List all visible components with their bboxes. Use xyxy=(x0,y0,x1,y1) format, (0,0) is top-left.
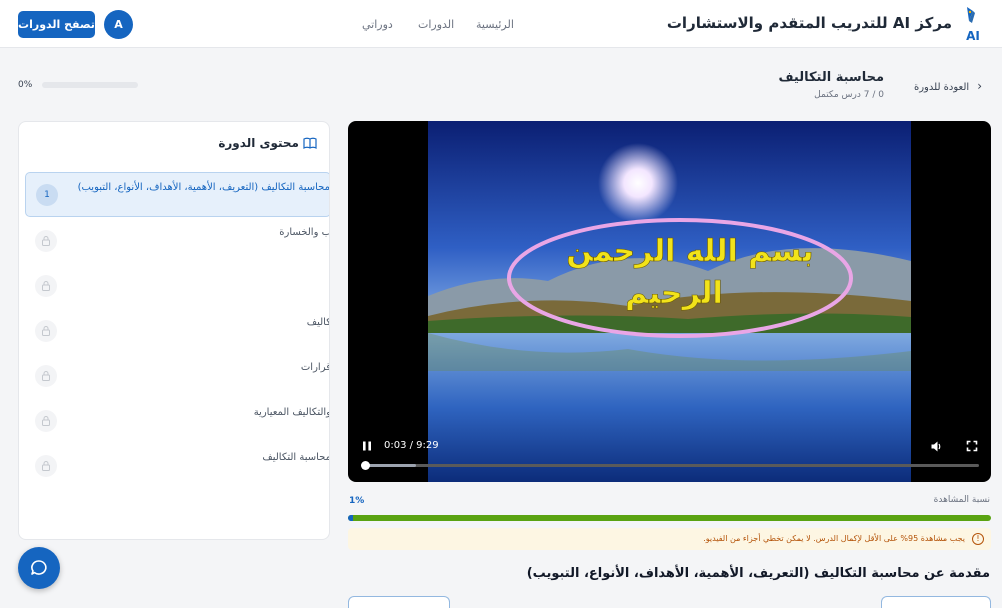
chat-icon xyxy=(31,560,47,575)
pause-icon[interactable] xyxy=(361,440,373,452)
lesson-item-4[interactable]: كاليف xyxy=(25,308,330,353)
watch-progress-bar xyxy=(348,515,991,521)
nav-courses[interactable]: الدورات xyxy=(418,18,454,31)
info-icon: ! xyxy=(972,533,984,545)
sidebar-title: محتوى الدورة xyxy=(218,136,299,150)
nav-home[interactable]: الرئيسية xyxy=(476,18,514,31)
lesson-item-2[interactable]: ب والخسارة xyxy=(25,218,330,263)
watch-requirement-notice: ! يجب مشاهدة 95% على الأقل لإكمال الدرس.… xyxy=(348,528,991,550)
lesson-label: ب والخسارة xyxy=(279,227,330,238)
lesson-label: محاسبة التكاليف (التعريف، الأهمية، الأهد… xyxy=(77,182,330,193)
lesson-item-1[interactable]: 1 محاسبة التكاليف (التعريف، الأهمية، الأ… xyxy=(25,172,330,217)
logo-pen-icon[interactable]: AI xyxy=(962,5,984,43)
lesson-label: كاليف xyxy=(306,317,330,328)
lesson-label: والتكاليف المعيارية xyxy=(253,407,330,418)
book-open-icon xyxy=(303,137,317,149)
lesson-item-7[interactable]: محاسبة التكاليف xyxy=(25,443,330,488)
lesson-heading: مقدمة عن محاسبة التكاليف (التعريف، الأهم… xyxy=(526,566,990,581)
video-player[interactable]: بسم الله الرحمن الرحيم 0:03 / 9:29 xyxy=(348,121,991,482)
volume-icon[interactable] xyxy=(930,440,943,453)
course-progress-percent: 0% xyxy=(18,80,33,90)
video-time: 0:03 / 9:29 xyxy=(384,440,439,451)
watch-percentage-label: نسبة المشاهدة xyxy=(933,495,990,505)
previous-lesson-button[interactable] xyxy=(348,596,450,608)
video-buffer-fill xyxy=(362,464,417,467)
lock-icon xyxy=(35,410,57,432)
nav-my-courses[interactable]: دوراتي xyxy=(362,18,393,31)
browse-courses-button[interactable]: تصفح الدورات xyxy=(18,11,95,38)
watch-progress-marker xyxy=(348,515,353,521)
lesson-number-badge: 1 xyxy=(36,184,58,206)
lock-icon xyxy=(35,230,57,252)
lesson-item-5[interactable]: قرارات xyxy=(25,353,330,398)
lock-icon xyxy=(35,320,57,342)
fullscreen-icon[interactable] xyxy=(966,440,978,452)
lesson-item-3[interactable] xyxy=(25,263,329,308)
watch-percentage-value: 1% xyxy=(349,496,365,506)
lesson-label: قرارات xyxy=(300,362,330,373)
chevron-left-icon: ‹ xyxy=(977,79,982,93)
lessons-completed-text: 0 / 7 درس مكتمل xyxy=(814,90,884,100)
chat-button[interactable] xyxy=(18,547,60,589)
video-overlay-line1: بسم الله الرحمن xyxy=(566,234,813,269)
back-to-course-link[interactable]: ‹ العودة للدورة xyxy=(914,79,982,93)
watch-progress-fill xyxy=(348,515,991,521)
notice-text: يجب مشاهدة 95% على الأقل لإكمال الدرس. ل… xyxy=(703,534,965,543)
video-frame: بسم الله الرحمن الرحيم xyxy=(428,121,911,482)
back-link-label: العودة للدورة xyxy=(913,82,970,93)
video-overlay-line2: الرحيم xyxy=(625,276,723,311)
course-progress-bar xyxy=(42,82,138,88)
sidebar-header: محتوى الدورة xyxy=(218,136,317,150)
video-seek-bar[interactable] xyxy=(362,464,979,467)
course-title: محاسبة التكاليف xyxy=(778,70,884,85)
logo-text: AI xyxy=(966,29,980,43)
lock-icon xyxy=(35,365,57,387)
brand-name[interactable]: مركز AI للتدريب المتقدم والاستشارات xyxy=(667,14,952,32)
lesson-label: محاسبة التكاليف xyxy=(262,452,330,463)
top-navigation-bar: AI مركز AI للتدريب المتقدم والاستشارات ا… xyxy=(0,0,1002,48)
next-lesson-button[interactable] xyxy=(881,596,991,608)
video-seek-handle[interactable] xyxy=(361,461,371,470)
lock-icon xyxy=(35,455,57,477)
user-avatar[interactable]: A xyxy=(104,10,133,39)
lesson-item-6[interactable]: والتكاليف المعيارية xyxy=(25,398,330,443)
course-content-sidebar: محتوى الدورة 1 محاسبة التكاليف (التعريف،… xyxy=(18,121,330,540)
lock-icon xyxy=(35,275,57,297)
